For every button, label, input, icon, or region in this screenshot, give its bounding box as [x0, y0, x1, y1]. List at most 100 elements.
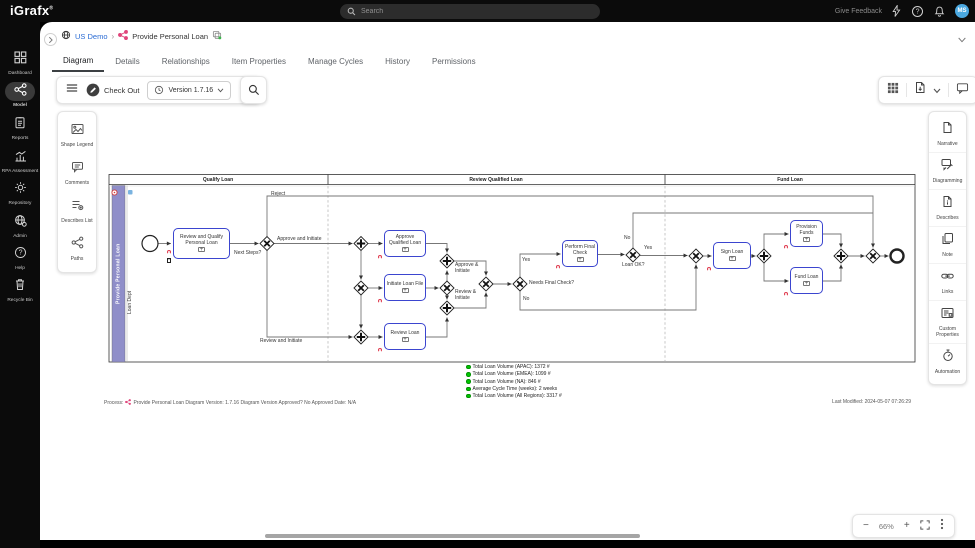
resource-loop-icon: [378, 348, 382, 352]
version-badge-icon[interactable]: [212, 30, 222, 42]
automation-stopwatch-icon: [942, 349, 954, 367]
help-icon[interactable]: ?: [911, 5, 924, 18]
collapse-panel-button[interactable]: [44, 33, 57, 46]
paths-button[interactable]: Paths: [58, 230, 96, 268]
narrative-button[interactable]: Narrative: [929, 116, 966, 153]
shape-legend-button[interactable]: Shape Legend: [58, 116, 96, 154]
lightning-icon[interactable]: [892, 5, 901, 17]
resource-loop-icon: [378, 255, 382, 259]
stat-item: Total Loan Volume (APAC): 1372 #: [466, 364, 562, 370]
task-sign-loan[interactable]: Sign Loan +: [707, 242, 751, 271]
task-review-loan[interactable]: Review Loan +: [378, 323, 426, 352]
horizontal-scrollbar[interactable]: [265, 534, 640, 538]
subprocess-plus-icon: +: [576, 257, 584, 264]
tab-permissions[interactable]: Permissions: [421, 50, 487, 72]
diagramming-icon: [941, 158, 954, 176]
bpmn-canvas[interactable]: Qualify Loan Review Qualified Loan Fund …: [108, 172, 918, 367]
export-caret-icon[interactable]: [933, 81, 941, 99]
paths-icon: [71, 236, 84, 254]
stat-item: Total Loan Volume (NA): 846 #: [466, 379, 562, 385]
diagramming-button[interactable]: Diagramming: [929, 153, 966, 190]
sidebar-item-repository[interactable]: Repository: [0, 181, 40, 207]
gear-icon: [14, 181, 27, 199]
chevron-down-icon[interactable]: [957, 31, 967, 49]
resource-loop-icon: [556, 265, 560, 269]
igrafx-logo: iGrafx®: [10, 3, 54, 18]
zoom-out-button[interactable]: −: [863, 521, 869, 531]
custom-properties-button[interactable]: Custom Properties: [929, 301, 966, 344]
dashboard-icon: [13, 51, 27, 69]
version-dropdown[interactable]: Version 1.7.16: [147, 80, 232, 100]
comment-bubble-icon[interactable]: [956, 81, 969, 99]
sidebar-item-rpa-assessment[interactable]: RPA Assessment: [0, 149, 40, 175]
tab-manage-cycles[interactable]: Manage Cycles: [297, 50, 374, 72]
registered-mark: ®: [49, 5, 54, 12]
note-button[interactable]: Note: [929, 227, 966, 264]
task-perform-final-check[interactable]: Perform Final Check +: [556, 240, 598, 269]
sidebar-item-recycle-bin[interactable]: Recycle Bin: [0, 278, 40, 304]
give-feedback-link[interactable]: Give Feedback: [835, 8, 882, 15]
check-out-button[interactable]: Check Out: [86, 83, 139, 97]
green-status-dot: [466, 393, 471, 399]
main-panel: US Demo › Provide Personal Loan Diagram …: [40, 22, 975, 540]
sidebar-item-admin[interactable]: Admin: [0, 214, 40, 240]
edge-label-no2: No: [624, 235, 631, 241]
export-document-icon[interactable]: [914, 81, 926, 99]
task-approve-qualified-loan[interactable]: Approve Qualified Loan +: [378, 230, 426, 259]
sidebar-item-model[interactable]: Model: [0, 82, 40, 109]
start-event[interactable]: [141, 234, 159, 253]
task-fund-loan[interactable]: Fund Loan +: [784, 267, 823, 296]
sidebar-item-reports[interactable]: Reports: [0, 116, 40, 142]
hamburger-menu-icon[interactable]: [66, 81, 78, 99]
last-modified-label: Last Modified: 2024-05-07 07:26:29: [832, 399, 911, 405]
trash-icon: [14, 278, 26, 296]
kebab-menu-icon[interactable]: [940, 517, 944, 535]
note-copy-icon: [941, 232, 954, 250]
caret-down-icon: [217, 88, 224, 92]
view-tools: [878, 76, 975, 104]
sidebar-item-help[interactable]: ? Help: [0, 246, 40, 272]
end-event[interactable]: [889, 248, 905, 264]
notifications-bell-icon[interactable]: [934, 5, 945, 17]
sidebar-item-dashboard[interactable]: Dashboard: [0, 51, 40, 77]
links-button[interactable]: Links: [929, 264, 966, 301]
subprocess-plus-icon: +: [803, 237, 810, 244]
edge-label-loan-ok: Loan OK?: [622, 262, 645, 268]
search-input[interactable]: [361, 8, 593, 15]
subprocess-plus-icon: +: [803, 281, 810, 288]
phase-review-qualified-loan: Review Qualified Loan: [469, 177, 523, 183]
toolbar-divider: [948, 83, 949, 97]
svg-text:?: ?: [916, 8, 920, 15]
green-status-dot: [466, 379, 471, 384]
tab-relationships[interactable]: Relationships: [151, 50, 221, 72]
svg-text:?: ?: [18, 250, 22, 257]
task-review-and-qualify-personal-loan[interactable]: Review and Qualify Personal Loan +: [167, 228, 230, 263]
edge-label-reject: Reject: [271, 191, 286, 197]
breadcrumb-root-link[interactable]: US Demo: [75, 32, 108, 41]
describes-list-button[interactable]: Describes List: [58, 192, 96, 230]
grid-view-icon[interactable]: [887, 81, 899, 99]
tab-item-properties[interactable]: Item Properties: [221, 50, 297, 72]
fullscreen-icon[interactable]: [920, 517, 930, 535]
phase-qualify-loan: Qualify Loan: [202, 177, 234, 183]
user-avatar[interactable]: MS: [955, 4, 969, 18]
comments-icon: [71, 160, 84, 178]
tab-details[interactable]: Details: [104, 50, 150, 72]
automation-button[interactable]: Automation: [929, 344, 966, 380]
checkout-pencil-icon: [86, 83, 100, 97]
describes-button[interactable]: Describes: [929, 190, 966, 227]
edge-label-no: No: [523, 296, 530, 302]
tab-diagram[interactable]: Diagram: [52, 50, 105, 72]
shape-legend-icon: [71, 122, 84, 140]
diagram-search-button[interactable]: [240, 76, 267, 104]
topbar-actions: Give Feedback ? MS: [835, 0, 969, 22]
tab-history[interactable]: History: [374, 50, 421, 72]
task-provision-funds[interactable]: Provision Funds +: [784, 220, 823, 249]
zoom-in-button[interactable]: +: [904, 521, 910, 531]
search-icon: [347, 7, 356, 16]
subprocess-plus-icon: +: [401, 247, 409, 254]
diagram-statistics: Total Loan Volume (APAC): 1372 # Total L…: [466, 364, 562, 399]
green-status-dot: [466, 386, 471, 392]
task-initiate-loan-file[interactable]: Initiate Loan File +: [378, 274, 426, 303]
comments-button[interactable]: Comments: [58, 154, 96, 192]
